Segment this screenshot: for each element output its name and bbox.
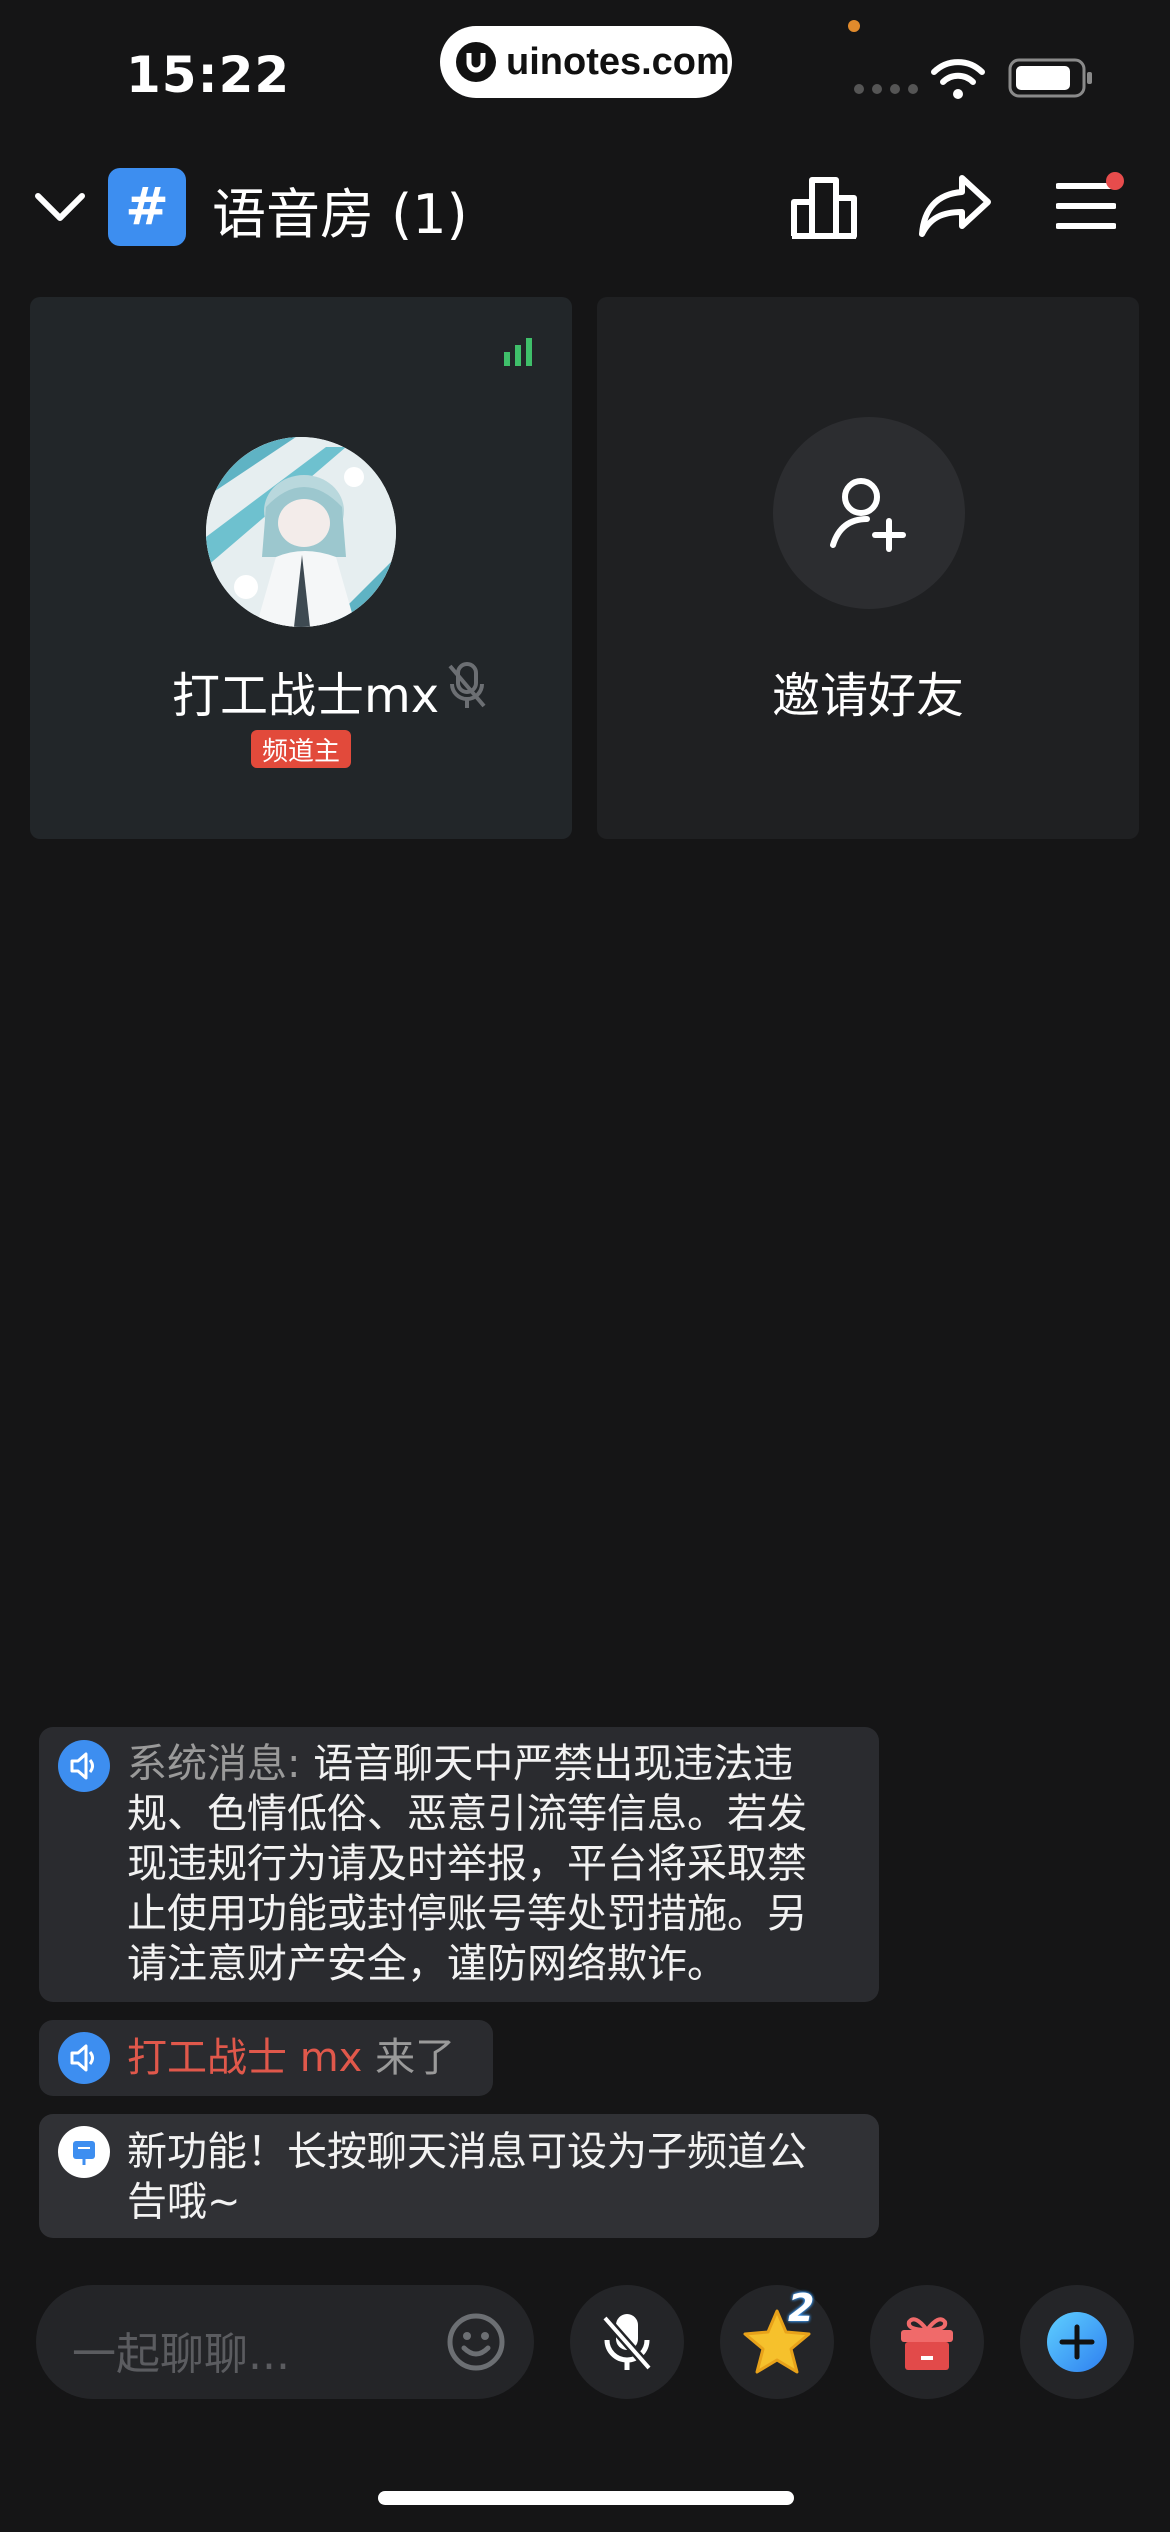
invite-label: 邀请好友: [771, 668, 964, 724]
gift-button[interactable]: [870, 2285, 984, 2399]
mic-muted-icon: [448, 662, 486, 708]
join-suffix: 来了: [375, 2035, 456, 2081]
mic-off-icon: [601, 2314, 653, 2371]
chat-input-placeholder: 一起聊聊...: [72, 2329, 290, 2380]
mic-toggle-button[interactable]: [570, 2285, 684, 2399]
gift-icon: [901, 2317, 953, 2370]
join-user-name[interactable]: 打工战士 mx: [127, 2035, 362, 2081]
speaker-icon: [58, 1740, 110, 1792]
announcement-icon: [58, 2126, 110, 2178]
system-line: 语音聊天中严禁出现违法违: [313, 1741, 794, 1787]
site-pill: uinotes.com: [440, 26, 732, 98]
channel-hash-icon: #: [108, 168, 186, 246]
tip-line: 告哦~: [127, 2179, 241, 2225]
star-count-badge: 2: [788, 2286, 815, 2330]
feature-tip-text: 新功能！长按聊天消息可设为子频道公 告哦~: [127, 2127, 867, 2227]
menu-icon[interactable]: [1056, 180, 1116, 232]
system-line: 现违规行为请及时举报，平台将采取禁: [127, 1841, 807, 1887]
invite-button[interactable]: [773, 417, 965, 609]
share-icon[interactable]: [918, 172, 994, 240]
site-text: uinotes.com: [506, 40, 730, 83]
speaker-icon: [58, 2032, 110, 2084]
owner-badge: 频道主: [251, 730, 351, 768]
home-indicator[interactable]: [378, 2491, 794, 2505]
tip-line: 新功能！长按聊天消息可设为子频道公: [127, 2129, 807, 2175]
system-line: 请注意财产安全，谨防网络欺诈。: [127, 1941, 727, 1987]
add-user-icon: [830, 478, 906, 552]
host-avatar[interactable]: [206, 437, 396, 627]
system-line: 规、色情低俗、恶意引流等信息。若发: [127, 1791, 807, 1837]
privacy-indicator: [848, 20, 860, 32]
chevron-down-icon[interactable]: [32, 188, 88, 228]
notification-dot: [1106, 172, 1124, 190]
host-name: 打工战士mx: [172, 668, 440, 724]
cellular-signal-icon: [854, 84, 918, 94]
star-button[interactable]: [720, 2285, 834, 2399]
emoji-icon[interactable]: [444, 2310, 508, 2374]
signal-strength-icon: [504, 338, 532, 366]
system-message-text: 系统消息: 语音聊天中严禁出现违法违 规、色情低俗、恶意引流等信息。若发 现违规…: [127, 1739, 867, 1989]
system-line: 止使用功能或封停账号等处罚措施。另: [127, 1891, 807, 1937]
system-prefix: 系统消息:: [127, 1741, 301, 1787]
site-logo-icon: [456, 42, 496, 82]
wifi-icon: [931, 59, 985, 99]
status-time: 15:22: [126, 46, 291, 104]
join-message-text: 打工战士 mx 来了: [127, 2033, 455, 2083]
room-title: 语音房 (1): [212, 183, 468, 246]
more-actions-button[interactable]: [1020, 2285, 1134, 2399]
plus-icon: [1047, 2312, 1107, 2372]
battery-icon: [1008, 58, 1092, 98]
leaderboard-icon[interactable]: [790, 174, 860, 240]
